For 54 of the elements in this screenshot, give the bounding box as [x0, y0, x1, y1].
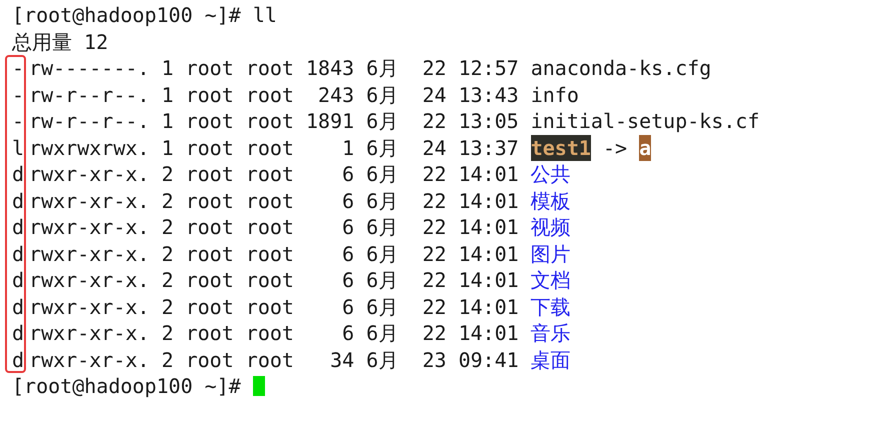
- permissions-text: rw-r--r--.: [29, 108, 150, 134]
- directory-name: 公共: [530, 161, 571, 188]
- permissions-text: rwxr-xr-x.: [29, 267, 150, 294]
- file-details: 1 root root 1 6月 24 13:37: [162, 134, 519, 161]
- directory-name: 视频: [530, 214, 571, 240]
- file-type-char: d: [12, 294, 24, 320]
- symlink-name: test1: [530, 134, 591, 161]
- file-details: 1 root root 1891 6月 22 13:05: [162, 108, 519, 134]
- file-details: 2 root root 34 6月 23 09:41: [162, 346, 519, 373]
- file-details: 2 root root 6 6月 22 14:01: [162, 267, 519, 294]
- command-line: [root@hadoop100 ~]# ll: [12, 2, 277, 28]
- file-details: 1 root root 1843 6月 22 12:57: [162, 55, 519, 82]
- permissions-text: rwxr-xr-x.: [29, 346, 150, 373]
- command-prompt: [root@hadoop100 ~]#: [12, 373, 241, 400]
- permissions-text: rw-r--r--.: [29, 82, 150, 108]
- file-name: anaconda-ks.cfg: [530, 55, 712, 82]
- directory-name: 音乐: [530, 320, 571, 346]
- permissions-text: rwxr-xr-x.: [29, 294, 150, 320]
- directory-name: 文档: [530, 267, 571, 294]
- file-type-char: d: [12, 267, 24, 294]
- file-type-char: d: [12, 346, 24, 373]
- total-line: 总用量 12: [12, 28, 108, 55]
- link-target: a: [639, 134, 652, 161]
- file-type-char: d: [12, 240, 24, 267]
- file-type-char: d: [12, 161, 24, 188]
- file-details: 2 root root 6 6月 22 14:01: [162, 161, 519, 188]
- file-type-char: -: [12, 108, 24, 134]
- file-type-char: -: [12, 55, 24, 82]
- file-details: 2 root root 6 6月 22 14:01: [162, 188, 519, 214]
- file-details: 2 root root 6 6月 22 14:01: [162, 294, 519, 320]
- permissions-text: rwxr-xr-x.: [29, 161, 150, 188]
- file-details: 1 root root 243 6月 24 13:43: [162, 82, 519, 108]
- file-name: info: [530, 82, 579, 108]
- file-type-char: -: [12, 82, 24, 108]
- file-type-char: l: [12, 134, 24, 161]
- permissions-text: rwxr-xr-x.: [29, 214, 150, 240]
- file-type-char: d: [12, 320, 24, 346]
- permissions-text: rwxr-xr-x.: [29, 320, 150, 346]
- file-type-char: d: [12, 188, 24, 214]
- cursor-icon: [252, 376, 265, 396]
- directory-name: 模板: [530, 188, 571, 214]
- file-name: initial-setup-ks.cf: [530, 108, 760, 134]
- permissions-text: rw-------.: [29, 55, 150, 82]
- file-details: 2 root root 6 6月 22 14:01: [162, 214, 519, 240]
- permissions-text: rwxr-xr-x.: [29, 240, 150, 267]
- directory-name: 桌面: [530, 346, 571, 373]
- permissions-text: rwxrwxrwx.: [29, 134, 150, 161]
- directory-name: 下载: [530, 294, 571, 320]
- file-details: 2 root root 6 6月 22 14:01: [162, 320, 519, 346]
- arrow-text: ->: [602, 134, 628, 161]
- directory-name: 图片: [530, 240, 571, 267]
- permissions-text: rwxr-xr-x.: [29, 188, 150, 214]
- file-type-char: d: [12, 214, 24, 240]
- file-details: 2 root root 6 6月 22 14:01: [162, 240, 519, 267]
